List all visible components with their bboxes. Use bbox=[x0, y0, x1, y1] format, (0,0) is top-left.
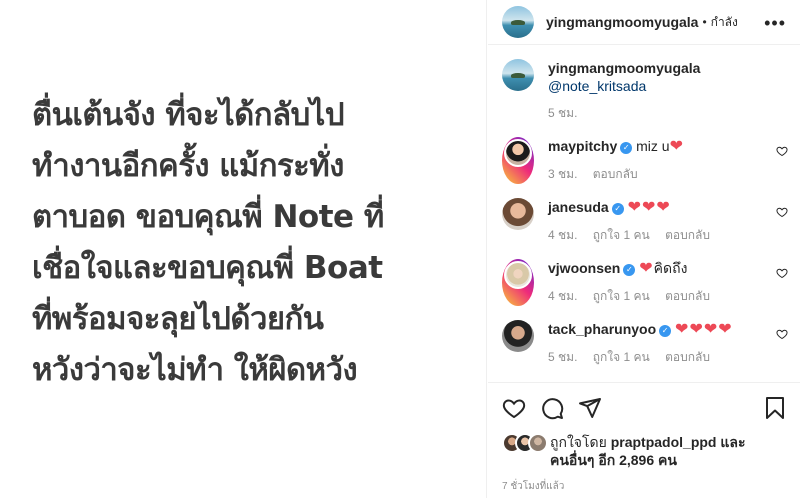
reply-button[interactable]: ตอบกลับ bbox=[593, 167, 638, 181]
commenter-username[interactable]: vjwoonsen bbox=[548, 260, 620, 276]
comment-like-heart-icon[interactable] bbox=[776, 267, 788, 279]
likes-and: และ bbox=[720, 434, 746, 450]
comments-list[interactable]: yingmangmoomyugala @note_kritsada 5 ชม. … bbox=[488, 45, 800, 383]
header-separator: • bbox=[702, 15, 707, 29]
likes-summary: ถูกใจโดย praptpadol_ppd และ คนอื่นๆ อีก … bbox=[502, 433, 786, 469]
comment-item: vjwoonsen ✓ ❤คิดถึง 4 ชม. ถูกใจ 1 คน ตอบก… bbox=[502, 245, 800, 306]
caption-username[interactable]: yingmangmoomyugala bbox=[548, 60, 700, 76]
comment-item: tack_pharunyoo ✓ ❤❤❤❤ 5 ชม. ถูกใจ 1 คน ตอ… bbox=[502, 306, 800, 367]
commenter-avatar[interactable] bbox=[502, 198, 534, 230]
verified-badge-icon: ✓ bbox=[623, 264, 636, 276]
post-text-line: ที่พร้อมจะลุยไปด้วยกัน bbox=[32, 301, 324, 337]
commenter-username[interactable]: janesuda bbox=[548, 199, 609, 215]
action-icons-row bbox=[502, 395, 786, 421]
post-image[interactable]: ตื่นเต้นจัง ที่จะได้กลับไป ทำงานอีกครั้ง… bbox=[0, 0, 487, 498]
comment-like-heart-icon[interactable] bbox=[776, 145, 788, 157]
post-text-line: ทำงานอีกครั้ง แม้กระทั่ง bbox=[32, 148, 344, 184]
verified-badge-icon: ✓ bbox=[611, 203, 624, 215]
reply-button[interactable]: ตอบกลับ bbox=[665, 289, 710, 303]
comment-time[interactable]: 4 ชม. bbox=[548, 228, 577, 242]
caption-mention-link[interactable]: @note_kritsada bbox=[548, 78, 646, 94]
post-text-line: หวังว่าจะไม่ทำ ให้ผิดหวัง bbox=[32, 352, 358, 388]
liker-avatar[interactable] bbox=[528, 433, 548, 453]
bookmark-icon[interactable] bbox=[764, 396, 786, 420]
comment-time[interactable]: 3 ชม. bbox=[548, 167, 577, 181]
comment-likes-count[interactable]: ถูกใจ 1 คน bbox=[593, 228, 650, 242]
comment-heart-emoji: ❤ bbox=[639, 260, 654, 277]
heart-icon[interactable] bbox=[502, 396, 526, 420]
likes-others-count[interactable]: คนอื่นๆ อีก 2,896 คน bbox=[550, 452, 677, 468]
comment-heart-emoji: ❤❤❤❤ bbox=[675, 321, 733, 338]
caption-avatar[interactable] bbox=[502, 59, 534, 91]
post-text-line: เชื่อใจและขอบคุณพี่ Boat bbox=[32, 250, 383, 286]
author-avatar[interactable] bbox=[502, 6, 534, 38]
post-side-panel: yingmangmoomyugala • กำลัง ••• yingmangm… bbox=[488, 0, 800, 498]
comment-icon[interactable] bbox=[540, 396, 564, 420]
commenter-avatar[interactable] bbox=[502, 259, 534, 306]
author-username[interactable]: yingmangmoomyugala bbox=[546, 14, 698, 30]
share-icon[interactable] bbox=[578, 396, 602, 420]
comment-item: maypitchy ✓ miz u❤ 3 ชม. ตอบกลับ bbox=[502, 123, 800, 184]
post-actions: ถูกใจโดย praptpadol_ppd และ คนอื่นๆ อีก … bbox=[488, 382, 800, 494]
comment-text: miz u bbox=[636, 138, 670, 154]
commenter-avatar[interactable] bbox=[502, 320, 534, 352]
likes-prefix: ถูกใจโดย bbox=[550, 434, 607, 450]
commenter-username[interactable]: tack_pharunyoo bbox=[548, 321, 656, 337]
comment-likes-count[interactable]: ถูกใจ 1 คน bbox=[593, 289, 650, 303]
comment-likes-count[interactable]: ถูกใจ 1 คน bbox=[593, 350, 650, 364]
follow-button[interactable]: กำลัง bbox=[711, 13, 741, 32]
verified-badge-icon: ✓ bbox=[620, 142, 633, 154]
comment-heart-emoji: ❤❤❤ bbox=[627, 199, 671, 216]
commenter-avatar[interactable] bbox=[502, 137, 534, 184]
comment-item: janesuda ✓ ❤❤❤ 4 ชม. ถูกใจ 1 คน ตอบกลับ bbox=[502, 184, 800, 245]
comment-like-heart-icon[interactable] bbox=[776, 206, 788, 218]
comment-time[interactable]: 5 ชม. bbox=[548, 350, 577, 364]
post-caption: yingmangmoomyugala @note_kritsada 5 ชม. bbox=[502, 45, 800, 123]
more-options-icon[interactable]: ••• bbox=[764, 13, 786, 34]
liker-username[interactable]: praptpadol_ppd bbox=[611, 434, 717, 450]
commenter-username[interactable]: maypitchy bbox=[548, 138, 617, 154]
reply-button[interactable]: ตอบกลับ bbox=[665, 228, 710, 242]
comment-text: คิดถึง bbox=[653, 260, 688, 276]
comment-time[interactable]: 4 ชม. bbox=[548, 289, 577, 303]
post-timestamp[interactable]: 7 ชั่วโมงที่แล้ว bbox=[502, 479, 786, 494]
post-text-line: ตื่นเต้นจัง ที่จะได้กลับไป bbox=[32, 97, 345, 133]
post-header: yingmangmoomyugala • กำลัง ••• bbox=[488, 0, 800, 45]
comment-like-heart-icon[interactable] bbox=[776, 328, 788, 340]
post-image-text: ตื่นเต้นจัง ที่จะได้กลับไป ทำงานอีกครั้ง… bbox=[32, 90, 472, 396]
liker-avatars bbox=[502, 433, 548, 453]
verified-badge-icon: ✓ bbox=[659, 325, 672, 337]
likes-text: ถูกใจโดย praptpadol_ppd และ คนอื่นๆ อีก … bbox=[550, 433, 746, 469]
post-text-line: ตาบอด ขอบคุณพี่ Note ที่ bbox=[32, 199, 384, 235]
comment-heart-emoji: ❤ bbox=[669, 138, 684, 155]
caption-time[interactable]: 5 ชม. bbox=[548, 106, 577, 120]
reply-button[interactable]: ตอบกลับ bbox=[665, 350, 710, 364]
